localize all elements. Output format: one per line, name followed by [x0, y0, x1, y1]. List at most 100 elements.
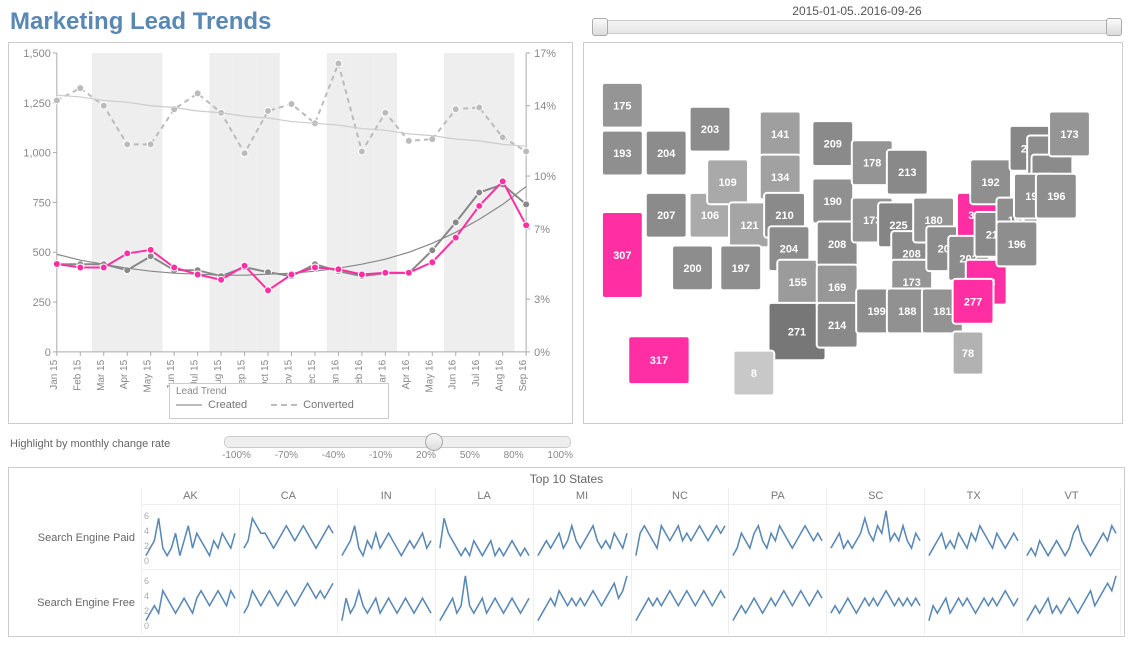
state-header: TX	[925, 488, 1023, 504]
svg-text:10%: 10%	[534, 171, 556, 183]
highlight-tick: -100%	[222, 450, 251, 461]
svg-text:14%: 14%	[534, 101, 556, 113]
highlight-tick: -10%	[369, 450, 392, 461]
channel-label: Search Engine Paid	[12, 504, 142, 569]
svg-text:1,000: 1,000	[23, 148, 50, 160]
svg-text:190: 190	[824, 196, 842, 208]
svg-text:208: 208	[903, 248, 921, 260]
svg-text:Sep 16: Sep 16	[518, 359, 529, 391]
svg-text:204: 204	[780, 243, 799, 255]
legend-swatch-created	[176, 404, 202, 406]
svg-text:0: 0	[45, 347, 51, 359]
svg-text:May 15: May 15	[143, 359, 154, 392]
sparkline	[827, 569, 925, 634]
highlight-slider[interactable]: -100%-70%-40%-10%20%50%80%100%	[220, 432, 575, 461]
date-range-slider[interactable]: 2015-01-05..2016-09-26	[587, 4, 1127, 34]
svg-text:1,500: 1,500	[23, 48, 50, 60]
svg-text:141: 141	[771, 129, 789, 141]
us-map-svg: 1751933072072042001062031091211971411342…	[584, 43, 1122, 424]
highlight-tick: 50%	[460, 450, 480, 461]
date-range-handle-end[interactable]	[1106, 18, 1122, 36]
svg-text:197: 197	[732, 263, 750, 275]
svg-text:250: 250	[33, 297, 51, 309]
svg-text:180: 180	[924, 215, 942, 227]
svg-text:109: 109	[718, 176, 736, 188]
highlight-tick: -70%	[275, 450, 298, 461]
sparkline	[925, 569, 1023, 634]
lead-trend-svg: 02505007501,0001,2501,5000%3%7%10%14%17%…	[9, 43, 572, 424]
svg-text:173: 173	[1060, 129, 1078, 141]
svg-text:203: 203	[701, 124, 719, 136]
svg-text:169: 169	[828, 282, 846, 294]
svg-text:Feb 15: Feb 15	[72, 359, 83, 390]
svg-text:196: 196	[1047, 191, 1065, 203]
svg-text:209: 209	[824, 138, 842, 150]
legend-title: Lead Trend	[176, 386, 382, 397]
svg-text:204: 204	[657, 148, 676, 160]
svg-text:Mar 15: Mar 15	[96, 359, 107, 390]
svg-text:121: 121	[740, 220, 758, 232]
highlight-handle[interactable]	[425, 433, 443, 451]
svg-text:181: 181	[933, 306, 951, 318]
channel-label: Search Engine Free	[12, 569, 142, 634]
legend-swatch-converted	[271, 404, 297, 406]
svg-text:0%: 0%	[534, 347, 550, 359]
top10-panel: Top 10 States AKCAINLAMINCPASCTXVTSearch…	[8, 467, 1125, 637]
sparkline	[729, 504, 827, 569]
sparkline	[338, 569, 436, 634]
svg-text:78: 78	[962, 348, 974, 360]
state-header: SC	[827, 488, 925, 504]
svg-text:500: 500	[33, 247, 51, 259]
svg-text:7%: 7%	[534, 224, 550, 236]
svg-text:207: 207	[657, 210, 675, 222]
sparkline	[338, 504, 436, 569]
svg-text:193: 193	[613, 148, 631, 160]
svg-text:213: 213	[898, 167, 916, 179]
svg-text:Jan 15: Jan 15	[49, 359, 60, 389]
sparkline: 6420	[142, 569, 240, 634]
svg-text:Apr 15: Apr 15	[119, 359, 130, 389]
state-header: LA	[436, 488, 534, 504]
svg-text:May 16: May 16	[424, 359, 435, 392]
highlight-label: Highlight by monthly change rate	[10, 432, 220, 450]
us-map-panel: 1751933072072042001062031091211971411342…	[583, 42, 1123, 424]
svg-text:192: 192	[981, 176, 999, 188]
state-header: MI	[534, 488, 632, 504]
svg-text:225: 225	[889, 220, 907, 232]
svg-text:200: 200	[683, 263, 701, 275]
state-header: VT	[1023, 488, 1121, 504]
legend-label-converted: Converted	[303, 399, 354, 411]
svg-text:175: 175	[613, 100, 631, 112]
svg-text:Aug 16: Aug 16	[495, 359, 506, 391]
sparkline	[436, 569, 534, 634]
sparkline	[632, 569, 730, 634]
svg-text:Jul 16: Jul 16	[471, 359, 482, 386]
svg-text:277: 277	[964, 296, 982, 308]
svg-text:317: 317	[650, 355, 668, 367]
sparkline	[827, 504, 925, 569]
sparkline	[240, 504, 338, 569]
date-range-handle-start[interactable]	[592, 18, 608, 36]
sparkline	[1023, 569, 1121, 634]
svg-text:17%: 17%	[534, 48, 556, 60]
svg-text:307: 307	[613, 250, 631, 262]
svg-text:214: 214	[828, 320, 847, 332]
svg-text:210: 210	[775, 210, 793, 222]
svg-text:188: 188	[898, 306, 916, 318]
svg-text:196: 196	[1008, 239, 1026, 251]
sparkline: 6420	[142, 504, 240, 569]
sparkline	[240, 569, 338, 634]
sparkline	[729, 569, 827, 634]
sparkline	[632, 504, 730, 569]
date-range-label: 2015-01-05..2016-09-26	[587, 4, 1127, 18]
svg-text:199: 199	[867, 306, 885, 318]
svg-text:155: 155	[789, 277, 807, 289]
sparkline	[925, 504, 1023, 569]
svg-text:208: 208	[828, 239, 846, 251]
highlight-tick: 100%	[547, 450, 573, 461]
svg-text:Jun 16: Jun 16	[448, 359, 459, 389]
svg-text:134: 134	[771, 172, 790, 184]
sparkline	[1023, 504, 1121, 569]
state-header: IN	[338, 488, 436, 504]
svg-text:1,250: 1,250	[23, 98, 50, 110]
